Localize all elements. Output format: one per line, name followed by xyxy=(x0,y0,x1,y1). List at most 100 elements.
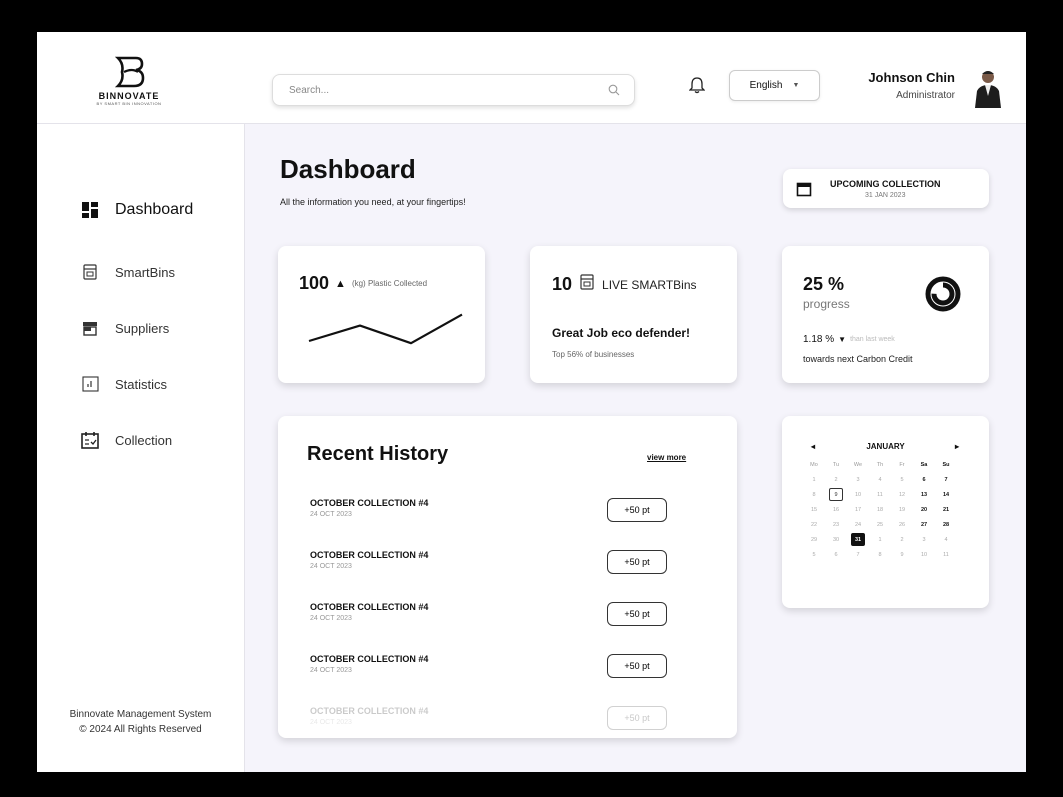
search-box[interactable] xyxy=(272,74,635,106)
progress-value: 25 % xyxy=(803,274,845,294)
calendar-day[interactable]: 18 xyxy=(873,503,887,516)
sidebar-item-label: SmartBins xyxy=(115,264,175,280)
calendar-day[interactable]: 9 xyxy=(895,548,909,561)
upcoming-collection-card[interactable]: UPCOMING COLLECTION 31 JAN 2023 xyxy=(783,169,989,208)
calendar-day[interactable]: 4 xyxy=(873,473,887,486)
history-row: OCTOBER COLLECTION #4 24 OCT 2023 +50 pt xyxy=(310,498,670,538)
sidebar-item-label: Statistics xyxy=(115,376,168,392)
calendar-day[interactable]: 2 xyxy=(829,473,843,486)
calendar-day[interactable]: 16 xyxy=(829,503,843,516)
calendar-day[interactable]: 8 xyxy=(873,548,887,561)
calendar-day[interactable]: 23 xyxy=(829,518,843,531)
sidebar-item-suppliers[interactable]: Suppliers xyxy=(81,319,169,337)
sidebar: Dashboard SmartBins Suppliers Statistics… xyxy=(37,124,245,772)
calendar-day[interactable]: 4 xyxy=(939,533,953,546)
calendar-check-icon xyxy=(81,431,99,449)
points-button[interactable]: +50 pt xyxy=(607,550,667,574)
triangle-down-icon: ▼ xyxy=(838,335,847,344)
calendar-icon xyxy=(796,182,812,196)
calendar-day[interactable]: 1 xyxy=(807,473,821,486)
points-button[interactable]: +50 pt xyxy=(607,602,667,626)
calendar-day[interactable]: 26 xyxy=(895,518,909,531)
calendar-day[interactable]: 7 xyxy=(851,548,865,561)
calendar-day[interactable]: 6 xyxy=(829,548,843,561)
calendar-day[interactable]: 28 xyxy=(939,518,953,531)
calendar-day[interactable]: 27 xyxy=(917,518,931,531)
language-select[interactable]: English ▼ xyxy=(729,70,820,101)
calendar-weekday: Fr xyxy=(899,461,905,468)
calendar-day[interactable]: 9 xyxy=(829,488,843,501)
calendar-weekday: Mo xyxy=(810,461,818,468)
calendar-day[interactable]: 11 xyxy=(939,548,953,561)
recent-history-card: Recent History view more OCTOBER COLLECT… xyxy=(278,416,737,738)
language-value: English xyxy=(749,80,783,91)
points-button[interactable]: +50 pt xyxy=(607,706,667,730)
calendar-day[interactable]: 22 xyxy=(807,518,821,531)
calendar-day[interactable]: 1 xyxy=(873,533,887,546)
view-more-link[interactable]: view more xyxy=(647,453,686,462)
bins-value: 10 xyxy=(552,274,573,294)
calendar-day[interactable]: 24 xyxy=(851,518,865,531)
calendar-weekday: We xyxy=(853,461,863,468)
sidebar-item-collection[interactable]: Collection xyxy=(81,431,172,449)
calendar-day[interactable]: 20 xyxy=(917,503,931,516)
calendar-day[interactable]: 10 xyxy=(851,488,865,501)
logo[interactable]: BINNOVATE BY SMART BIN INNOVATION xyxy=(89,54,169,118)
footer-copyright: © 2024 All Rights Reserved xyxy=(79,724,202,735)
sidebar-footer: Binnovate Management System © 2024 All R… xyxy=(37,707,244,737)
user-name: Johnson Chin xyxy=(868,70,955,85)
calendar-day[interactable]: 3 xyxy=(917,533,931,546)
calendar-day[interactable]: 21 xyxy=(939,503,953,516)
search-icon[interactable] xyxy=(608,84,620,96)
upcoming-label: UPCOMING COLLECTION xyxy=(830,178,941,189)
bell-icon[interactable] xyxy=(688,76,706,99)
calendar-day[interactable]: 29 xyxy=(807,533,821,546)
calendar-day[interactable]: 14 xyxy=(939,488,953,501)
sidebar-item-dashboard[interactable]: Dashboard xyxy=(81,201,193,219)
brand-name: BINNOVATE xyxy=(98,91,160,101)
smartbin-icon xyxy=(81,263,99,281)
bins-headline: Great Job eco defender! xyxy=(552,326,691,340)
next-month-icon[interactable]: ▸ xyxy=(955,442,959,451)
store-icon xyxy=(81,319,99,337)
progress-change: 1.18 % xyxy=(803,334,835,345)
calendar-weekday: Tu xyxy=(832,461,840,468)
brand-tagline: BY SMART BIN INNOVATION xyxy=(96,101,162,106)
leaf-logo-icon xyxy=(114,56,145,88)
calendar-day[interactable]: 31 xyxy=(851,533,865,546)
calendar-day[interactable]: 3 xyxy=(851,473,865,486)
calendar-day[interactable]: 8 xyxy=(807,488,821,501)
calendar-day[interactable]: 2 xyxy=(895,533,909,546)
calendar-day[interactable]: 5 xyxy=(807,548,821,561)
sidebar-item-label: Dashboard xyxy=(115,201,194,218)
calendar-day[interactable]: 10 xyxy=(917,548,931,561)
page-subtitle: All the information you need, at your fi… xyxy=(280,197,466,207)
sidebar-item-smartbins[interactable]: SmartBins xyxy=(81,263,175,281)
user-info[interactable]: Johnson Chin Administrator xyxy=(837,70,955,101)
calendar-weekday: Th xyxy=(876,461,884,468)
live-smartbins-card: 10 LIVE SMARTBins Great Job eco defender… xyxy=(530,246,737,383)
progress-change-note: than last week xyxy=(850,336,895,343)
search-input[interactable] xyxy=(287,83,591,97)
history-row: OCTOBER COLLECTION #4 24 OCT 2023 +50 pt xyxy=(310,654,670,694)
calendar-weekday: Sa xyxy=(920,461,928,468)
calendar-day[interactable]: 17 xyxy=(851,503,865,516)
calendar-day[interactable]: 30 xyxy=(829,533,843,546)
page-title: Dashboard xyxy=(280,154,416,184)
calendar-day[interactable]: 11 xyxy=(873,488,887,501)
points-button[interactable]: +50 pt xyxy=(607,654,667,678)
calendar-day[interactable]: 12 xyxy=(895,488,909,501)
calendar-day[interactable]: 6 xyxy=(917,473,931,486)
avatar[interactable] xyxy=(972,68,1004,113)
bins-label: LIVE SMARTBins xyxy=(602,277,697,292)
plastic-trend-sparkline xyxy=(308,313,463,345)
calendar-day[interactable]: 19 xyxy=(895,503,909,516)
calendar-day[interactable]: 5 xyxy=(895,473,909,486)
bins-note: Top 56% of businesses xyxy=(552,350,635,359)
calendar-day[interactable]: 25 xyxy=(873,518,887,531)
calendar-day[interactable]: 13 xyxy=(917,488,931,501)
calendar-day[interactable]: 15 xyxy=(807,503,821,516)
points-button[interactable]: +50 pt xyxy=(607,498,667,522)
sidebar-item-statistics[interactable]: Statistics xyxy=(81,375,167,393)
calendar-day[interactable]: 7 xyxy=(939,473,953,486)
